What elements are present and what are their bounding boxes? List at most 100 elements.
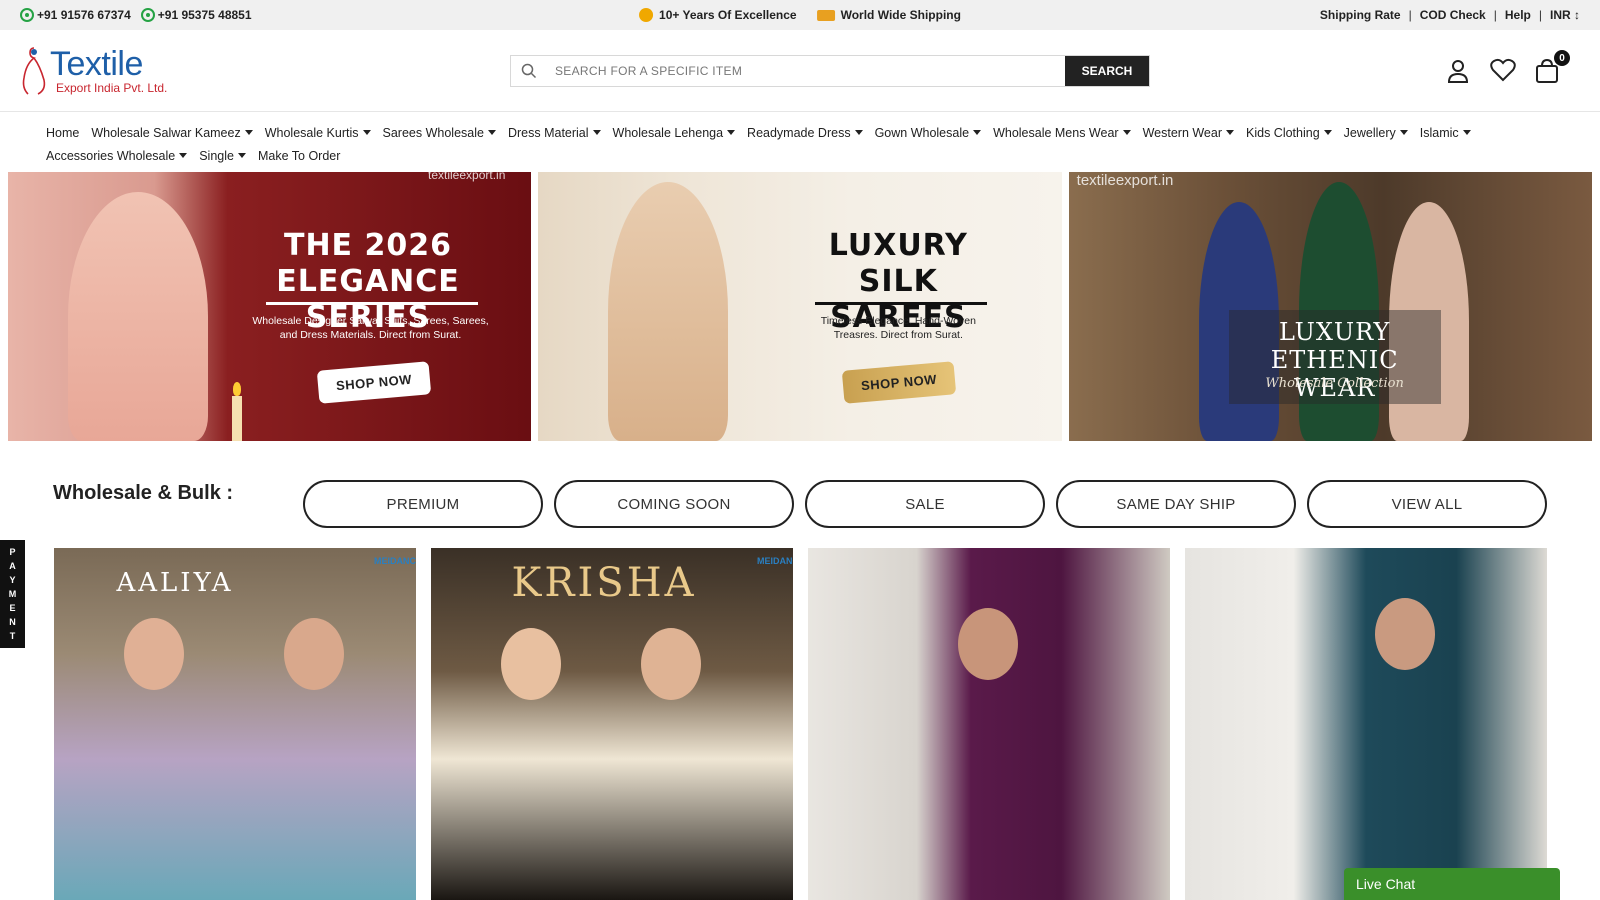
filter-coming-soon[interactable]: COMING SOON — [554, 480, 794, 528]
payment-side-tab[interactable]: P A Y M E N T — [0, 540, 25, 648]
live-chat-button[interactable]: Live Chat — [1344, 868, 1560, 900]
product-card[interactable] — [808, 548, 1170, 900]
topbar-links: Shipping Rate | COD Check | Help | INR ↕ — [1320, 8, 1580, 22]
search-icon — [511, 56, 547, 86]
nav-label: Wholesale Lehenga — [612, 125, 724, 140]
nav-make-to-order[interactable]: Make To Order — [258, 149, 340, 163]
banner-divider — [815, 302, 988, 305]
logo-subtitle: Export India Pvt. Ltd. — [56, 81, 168, 95]
caret-down-icon — [973, 130, 982, 135]
separator: | — [1408, 8, 1412, 22]
caret-down-icon — [1462, 130, 1471, 135]
phone-number-1[interactable]: +91 91576 67374 — [37, 8, 131, 22]
nav-accessories-wholesale[interactable]: Accessories Wholesale — [46, 149, 188, 163]
shop-now-button[interactable]: SHOP NOW — [842, 361, 957, 404]
nav-western-wear[interactable]: Western Wear — [1142, 125, 1235, 140]
caret-down-icon — [362, 130, 371, 135]
payment-letter: T — [9, 631, 16, 641]
top-bar: +91 91576 67374 +91 95375 48851 10+ Year… — [0, 0, 1600, 30]
phone-link-1[interactable]: +91 91576 67374 — [20, 8, 131, 22]
nav-home[interactable]: Home — [46, 126, 79, 140]
banner-elegance-series[interactable]: textileexport.in THE 2026 ELEGANCE SERIE… — [8, 172, 532, 441]
filter-premium[interactable]: PREMIUM — [303, 480, 543, 528]
wholesale-filters: PREMIUM COMING SOON SALE SAME DAY SHIP V… — [303, 480, 1547, 528]
filter-view-all[interactable]: VIEW ALL — [1307, 480, 1547, 528]
banner-title-line: THE 2026 — [283, 228, 452, 263]
nav-label: Dress Material — [507, 125, 589, 140]
phone-number-2[interactable]: +91 95375 48851 — [158, 8, 252, 22]
nav-wholesale-kurtis[interactable]: Wholesale Kurtis — [265, 126, 371, 140]
payment-letter: E — [9, 603, 16, 613]
model-face — [958, 608, 1018, 680]
nav-label: Islamic — [1419, 125, 1459, 140]
nav-dress-material[interactable]: Dress Material — [508, 126, 601, 140]
filter-sale[interactable]: SALE — [805, 480, 1045, 528]
topbar-highlights: 10+ Years Of Excellence World Wide Shipp… — [639, 8, 961, 22]
shipping-rate-link[interactable]: Shipping Rate — [1320, 8, 1401, 22]
site-logo[interactable]: Textile Export India Pvt. Ltd. — [20, 44, 167, 98]
shop-now-button[interactable]: SHOP NOW — [316, 361, 432, 404]
banner-title-line: ETHENIC WEAR — [1270, 346, 1399, 402]
search-input[interactable] — [547, 56, 1065, 86]
cart-icon[interactable]: 0 — [1534, 50, 1570, 84]
banner-luxury-ethnic-wear[interactable]: textileexport.in LUXURY ETHENIC WEAR Who… — [1068, 172, 1592, 441]
product-grid: AALIYA MEIDANCY KRISHA MEIDANC — [54, 548, 1547, 900]
nav-label: Kids Clothing — [1246, 125, 1320, 140]
nav-wholesale-mens-wear[interactable]: Wholesale Mens Wear — [993, 126, 1131, 140]
nav-islamic[interactable]: Islamic — [1420, 126, 1471, 140]
model-face — [284, 618, 344, 690]
hero-banners: textileexport.in THE 2026 ELEGANCE SERIE… — [8, 172, 1592, 441]
nav-wholesale-lehenga[interactable]: Wholesale Lehenga — [613, 126, 736, 140]
contact-phones: +91 91576 67374 +91 95375 48851 — [20, 8, 252, 22]
caret-down-icon — [854, 130, 863, 135]
caret-down-icon — [727, 130, 736, 135]
account-icon[interactable] — [1446, 58, 1472, 84]
caret-down-icon — [1323, 130, 1332, 135]
nav-label: Make To Order — [257, 148, 341, 163]
model-face — [641, 628, 701, 700]
whatsapp-icon — [20, 8, 34, 22]
cod-check-link[interactable]: COD Check — [1420, 8, 1486, 22]
help-link[interactable]: Help — [1505, 8, 1531, 22]
currency-select[interactable]: INR ↕ — [1550, 8, 1580, 22]
caret-down-icon — [1122, 130, 1131, 135]
banner-divider — [266, 302, 478, 305]
product-card[interactable]: AALIYA MEIDANCY — [54, 548, 416, 900]
nav-row-2: Accessories Wholesale Single Make To Ord… — [46, 144, 1554, 167]
nav-wholesale-salwar-kameez[interactable]: Wholesale Salwar Kameez — [91, 126, 253, 140]
payment-letter: M — [8, 589, 17, 599]
caret-down-icon — [1399, 130, 1408, 135]
nav-sarees-wholesale[interactable]: Sarees Wholesale — [383, 126, 496, 140]
nav-jewellery[interactable]: Jewellery — [1344, 126, 1408, 140]
caret-down-icon — [237, 153, 246, 158]
logo-name: Textile — [50, 45, 143, 83]
separator: | — [1493, 8, 1497, 22]
model-image — [68, 192, 208, 441]
nav-label: Western Wear — [1142, 125, 1223, 140]
candle-flame — [233, 382, 241, 396]
wishlist-heart-icon[interactable] — [1490, 58, 1516, 84]
brand-logo: MEIDANC — [757, 556, 793, 566]
model-image — [608, 182, 729, 441]
nav-single[interactable]: Single — [199, 149, 246, 163]
nav-kids-clothing[interactable]: Kids Clothing — [1246, 126, 1332, 140]
product-card[interactable] — [1185, 548, 1547, 900]
caret-down-icon — [179, 153, 188, 158]
banner-title-line: LUXURY — [1278, 318, 1391, 346]
banner-luxury-silk-sarees[interactable]: LUXURY SILK SAREES Timeless Elegance. Ha… — [538, 172, 1062, 441]
nav-readymade-dress[interactable]: Readymade Dress — [747, 126, 863, 140]
caret-down-icon — [1226, 130, 1235, 135]
whatsapp-icon — [140, 8, 155, 22]
payment-letter: Y — [9, 575, 16, 585]
filter-same-day-ship[interactable]: SAME DAY SHIP — [1056, 480, 1296, 528]
banner-watermark: textileexport.in — [1076, 172, 1174, 189]
separator: | — [1538, 8, 1542, 22]
product-card[interactable]: KRISHA MEIDANC — [431, 548, 793, 900]
nav-label: Wholesale Kurtis — [264, 125, 359, 140]
model-face — [124, 618, 184, 690]
medal-icon — [639, 8, 654, 22]
search-button[interactable]: SEARCH — [1065, 56, 1149, 86]
main-nav: Home Wholesale Salwar Kameez Wholesale K… — [0, 112, 1600, 167]
nav-gown-wholesale[interactable]: Gown Wholesale — [875, 126, 982, 140]
phone-link-2[interactable]: +91 95375 48851 — [140, 8, 252, 22]
